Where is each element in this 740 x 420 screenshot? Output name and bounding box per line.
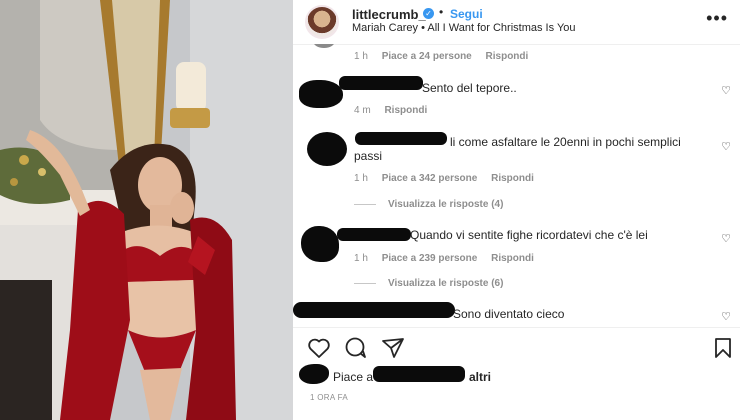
likes-summary[interactable]: Piace a altri (293, 360, 740, 392)
comment-meta: 4 m Rispondi (354, 105, 438, 116)
view-replies-button[interactable]: Visualizza le risposte (4) (354, 199, 503, 210)
redacted-liker (373, 366, 465, 382)
comment-text-line2: passi (354, 149, 383, 163)
follow-button[interactable]: Segui (450, 7, 483, 21)
liker-avatar (299, 364, 329, 384)
comment-avatar[interactable] (307, 132, 347, 166)
comment-likes[interactable]: Piace a 239 persone (382, 253, 478, 264)
verified-badge-icon: ✓ (423, 8, 434, 19)
comment-meta: 1 h Piace a 342 persone Rispondi (354, 173, 545, 184)
view-replies-button[interactable]: Visualizza le risposte (6) (354, 278, 503, 289)
comment-likes[interactable]: Piace a 24 persone (382, 51, 472, 62)
redacted-username (293, 302, 455, 318)
author-avatar[interactable] (305, 5, 339, 39)
photo-illustration (0, 0, 293, 420)
comment-time: 1 h (354, 253, 368, 264)
view-replies-label: Visualizza le risposte (4) (388, 199, 504, 210)
post-photo[interactable] (0, 0, 293, 420)
redacted-username (355, 132, 447, 145)
comment-likes[interactable]: Piace a 342 persone (382, 173, 478, 184)
comment-meta: 1 h Piace a 24 persone Rispondi (354, 51, 539, 62)
comments-list[interactable]: 1 h Piace a 24 persone Rispondi Sento de… (293, 44, 740, 327)
comment-text: Sento del tepore.. (422, 81, 517, 95)
comment-text: li come asfaltare le 20enni in pochi sem… (450, 135, 681, 149)
more-options-icon[interactable]: ••• (706, 8, 728, 29)
post-panel: littlecrumb_ ✓ • Segui Mariah Carey • Al… (293, 0, 740, 420)
replies-divider (354, 282, 376, 284)
comment-time: 1 h (354, 173, 368, 184)
post-header: littlecrumb_ ✓ • Segui Mariah Carey • Al… (293, 0, 740, 45)
comment-meta: 1 h Piace a 239 persone Rispondi (354, 253, 545, 264)
likes-prefix: Piace a (333, 370, 374, 384)
likes-others[interactable]: altri (469, 370, 491, 385)
redacted-username (339, 76, 423, 90)
like-heart-icon[interactable]: ♡ (721, 140, 731, 153)
reply-button[interactable]: Rispondi (491, 253, 534, 264)
reply-button[interactable]: Rispondi (486, 51, 529, 62)
comment-time: 4 m (354, 105, 371, 116)
header-separator: • (439, 5, 444, 19)
comment-time: 1 h (354, 51, 368, 62)
like-heart-icon[interactable]: ♡ (721, 84, 731, 97)
like-heart-icon[interactable]: ♡ (721, 232, 731, 245)
like-heart-icon[interactable]: ♡ (721, 310, 731, 323)
author-username[interactable]: littlecrumb_ (352, 7, 426, 22)
comment-text: Quando vi sentite fighe ricordatevi che … (410, 228, 648, 242)
view-replies-label: Visualizza le risposte (6) (388, 278, 504, 289)
comment-avatar[interactable] (301, 226, 339, 262)
redacted-username (337, 228, 411, 241)
comment-avatar[interactable] (313, 44, 335, 48)
comment-text: Sono diventato cieco (453, 307, 565, 321)
song-info[interactable]: Mariah Carey • All I Want for Christmas … (352, 22, 576, 34)
replies-divider (354, 203, 376, 205)
reply-button[interactable]: Rispondi (384, 105, 427, 116)
reply-button[interactable]: Rispondi (491, 173, 534, 184)
post-timestamp: 1 ORA FA (310, 393, 348, 402)
comment-avatar[interactable] (299, 80, 343, 108)
